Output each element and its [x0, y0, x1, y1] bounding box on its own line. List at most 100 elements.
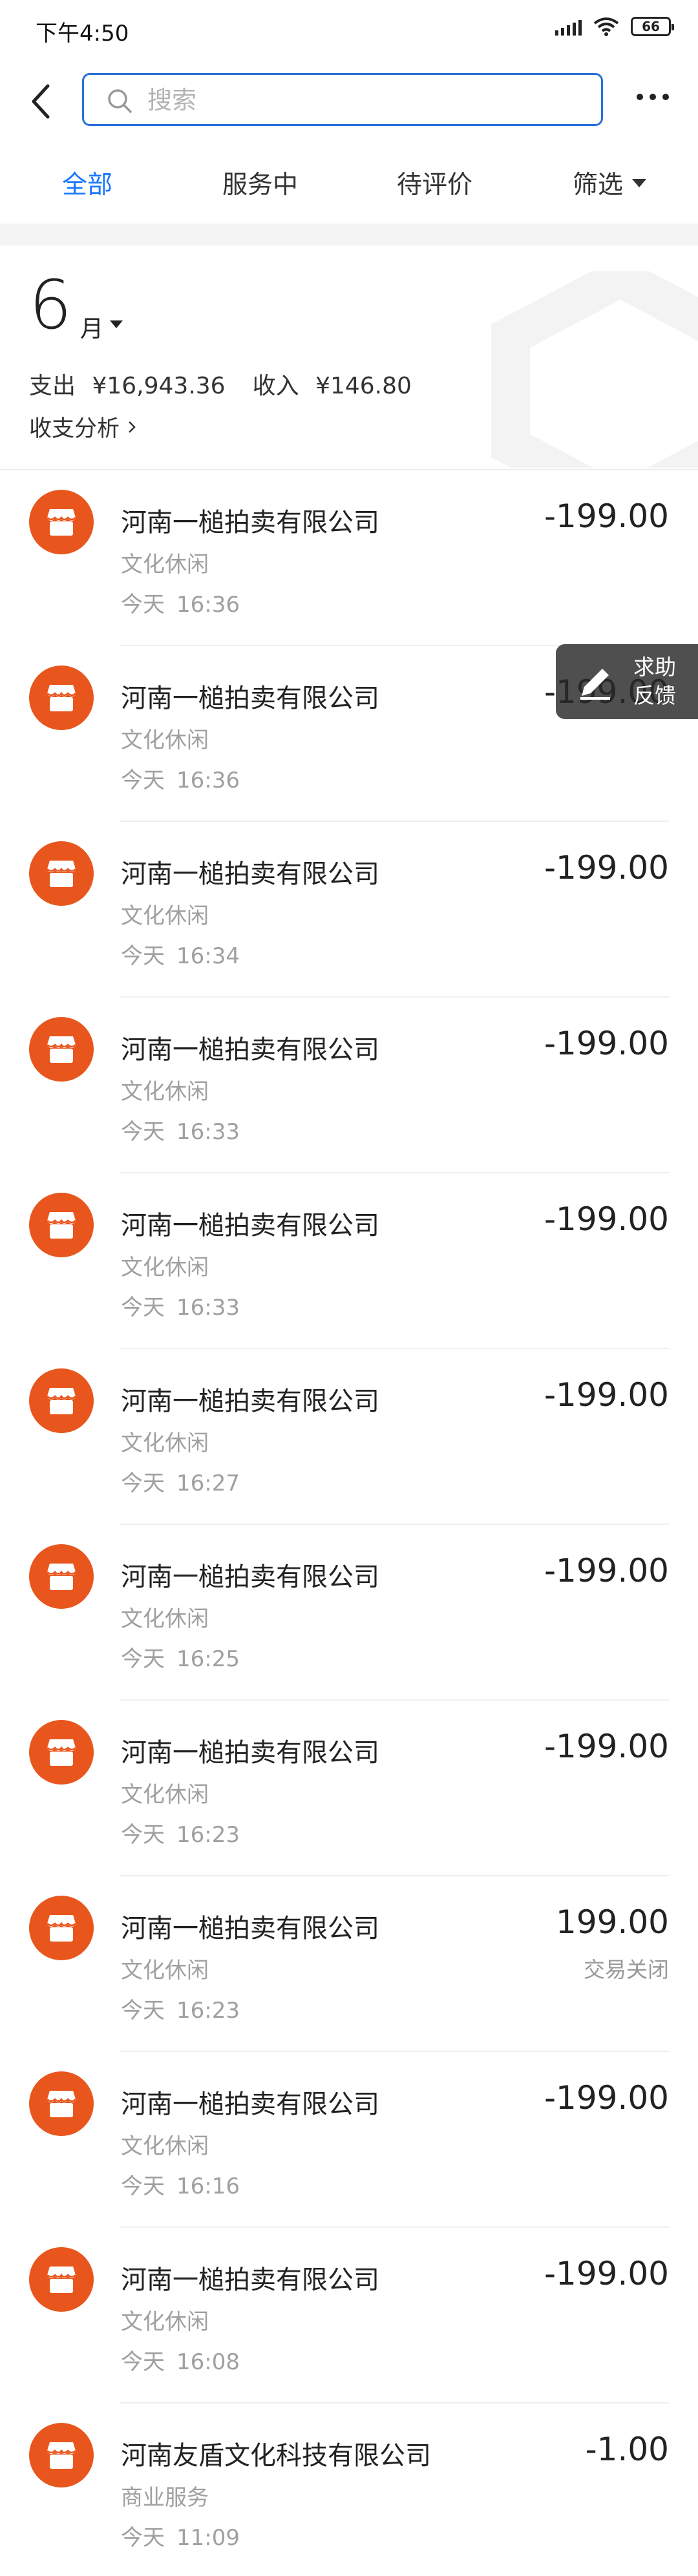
tab-filter[interactable]: 筛选 [573, 165, 647, 201]
merchant-name: 河南一槌拍卖有限公司 [121, 2089, 379, 2119]
income-label: 收入 [252, 373, 299, 399]
transaction-category: 文化休闲 [121, 2309, 209, 2335]
month-unit[interactable]: 月 [80, 310, 103, 344]
analysis-label: 收支分析 [29, 416, 120, 442]
merchant-name: 河南一槌拍卖有限公司 [121, 1035, 379, 1065]
transaction-time: 今天 16:08 [121, 2349, 240, 2375]
store-icon [29, 1368, 94, 1433]
transaction-status: 交易关闭 [584, 1957, 669, 1982]
signal-icon [555, 17, 582, 36]
transaction-row[interactable]: 河南一槌拍卖有限公司 文化休闲 今天 16:23 -199.00 [0, 1701, 698, 1876]
help-feedback-label: 求助 反馈 [633, 654, 676, 708]
merchant-name: 河南一槌拍卖有限公司 [121, 1387, 379, 1416]
transaction-row[interactable]: 河南一槌拍卖有限公司 文化休闲 今天16:36 -199.00 [0, 470, 698, 646]
section-divider [0, 224, 698, 246]
search-icon [108, 89, 132, 113]
search-input[interactable] [147, 84, 574, 116]
search-box[interactable] [82, 73, 603, 126]
store-icon [29, 2423, 94, 2487]
transaction-time: 今天 16:33 [121, 1119, 240, 1145]
filter-label: 筛选 [573, 171, 624, 200]
chevron-left-icon[interactable] [26, 82, 58, 121]
transaction-row[interactable]: 河南一槌拍卖有限公司 文化休闲 今天 16:33 -199.00 [0, 998, 698, 1173]
transaction-time: 今天 16:23 [121, 1822, 240, 1848]
tab-all[interactable]: 全部 [62, 165, 112, 201]
transaction-amount: -199.00 [544, 497, 669, 535]
transaction-row[interactable]: 河南一槌拍卖有限公司 文化休闲 今天 16:27 -199.00 [0, 1349, 698, 1525]
transaction-category: 文化休闲 [121, 1079, 209, 1105]
transaction-amount: -199.00 [544, 2255, 669, 2292]
header [0, 61, 698, 139]
expense-label: 支出 [29, 373, 76, 399]
month-caret-down-icon[interactable] [110, 320, 123, 328]
month-totals: 支出 ¥16,943.36 收入 ¥146.80 [29, 367, 412, 401]
transaction-time: 今天 16:27 [121, 1471, 240, 1496]
store-icon [29, 2247, 94, 2312]
transaction-amount: -199.00 [544, 1552, 669, 1589]
pencil-icon [580, 669, 610, 700]
tab-in-service[interactable]: 服务中 [222, 165, 298, 201]
store-icon [29, 665, 94, 730]
transaction-category: 商业服务 [121, 2485, 209, 2511]
store-icon [29, 2071, 94, 2136]
merchant-name: 河南友盾文化科技有限公司 [121, 2441, 431, 2471]
transaction-category: 文化休闲 [121, 1782, 209, 1808]
transaction-amount: -199.00 [544, 1025, 669, 1062]
transaction-row[interactable]: 河南一槌拍卖有限公司 文化休闲 今天 16:33 -199.00 [0, 1173, 698, 1349]
analysis-link[interactable]: 收支分析 [29, 410, 136, 443]
transaction-category: 文化休闲 [121, 903, 209, 929]
transaction-row[interactable]: 河南一槌拍卖有限公司 文化休闲 今天 16:23 199.00 交易关闭 [0, 1876, 698, 2052]
status-icons: 66 [555, 17, 674, 36]
transaction-category: 文化休闲 [121, 1958, 209, 1984]
more-dots-icon[interactable] [637, 94, 669, 100]
store-icon [29, 1720, 94, 1785]
month-summary: 6 月 支出 ¥16,943.36 收入 ¥146.80 收支分析 [0, 246, 698, 468]
transaction-amount: -199.00 [544, 1728, 669, 1765]
transaction-row[interactable]: 河南友盾文化科技有限公司 商业服务 今天 11:09 -1.00 [0, 2403, 698, 2576]
chevron-right-icon [129, 421, 136, 433]
month-number[interactable]: 6 [29, 271, 72, 339]
transaction-category: 文化休闲 [121, 1606, 209, 1632]
transaction-amount: 199.00 [556, 1903, 669, 1941]
transaction-category: 文化休闲 [121, 2133, 209, 2159]
merchant-name: 河南一槌拍卖有限公司 [121, 859, 379, 889]
merchant-name: 河南一槌拍卖有限公司 [121, 1562, 379, 1592]
transaction-list: 河南一槌拍卖有限公司 文化休闲 今天 16:36 -199.00 河南一槌拍卖有限… [0, 470, 698, 2576]
tab-pending-review[interactable]: 待评价 [397, 165, 472, 201]
caret-down-icon [632, 178, 647, 187]
transaction-amount: -1.00 [585, 2431, 669, 2468]
transaction-category: 文化休闲 [121, 552, 209, 578]
transaction-row[interactable]: 河南一槌拍卖有限公司 文化休闲 今天 16:25 -199.00 [0, 1525, 698, 1701]
transaction-category: 文化休闲 [121, 728, 209, 753]
battery-icon: 66 [631, 17, 674, 36]
transaction-time: 今天 16:23 [121, 1998, 240, 2024]
merchant-name: 河南一槌拍卖有限公司 [121, 2265, 379, 2295]
status-time: 下午4:50 [36, 21, 129, 47]
store-icon [29, 1896, 94, 1960]
transaction-row[interactable]: 河南一槌拍卖有限公司 文化休闲 今天 16:34 -199.00 [0, 822, 698, 998]
tab-bar: 全部 服务中 待评价 筛选 [0, 152, 698, 216]
merchant-name: 河南一槌拍卖有限公司 [121, 684, 379, 713]
store-icon [29, 490, 94, 554]
income-value: ¥146.80 [315, 373, 412, 399]
transaction-time: 今天 16:36 [121, 768, 240, 793]
transaction-category: 文化休闲 [121, 1255, 209, 1281]
transaction-time: 今天 16:34 [121, 943, 240, 969]
transaction-amount: -199.00 [544, 849, 669, 886]
transaction-row[interactable]: 河南一槌拍卖有限公司 文化休闲 今天 16:08 -199.00 [0, 2228, 698, 2403]
wifi-icon [593, 17, 619, 36]
help-feedback-button[interactable]: 求助 反馈 [556, 644, 698, 719]
transaction-row[interactable]: 河南一槌拍卖有限公司 文化休闲 今天 16:16 -199.00 [0, 2052, 698, 2228]
transaction-amount: -199.00 [544, 2079, 669, 2117]
store-icon [29, 1017, 94, 1082]
merchant-name: 河南一槌拍卖有限公司 [121, 1914, 379, 1943]
transaction-time: 今天 16:33 [121, 1295, 240, 1321]
transaction-time: 今天 16:36 [121, 592, 240, 618]
store-icon [29, 1544, 94, 1609]
hexagon-decoration-icon [491, 271, 698, 468]
transaction-time: 今天 16:16 [121, 2173, 240, 2199]
store-icon [29, 841, 94, 906]
merchant-name: 河南一槌拍卖有限公司 [121, 1738, 379, 1768]
transaction-amount: -199.00 [544, 1200, 669, 1238]
transaction-time: 今天 11:09 [121, 2525, 240, 2551]
